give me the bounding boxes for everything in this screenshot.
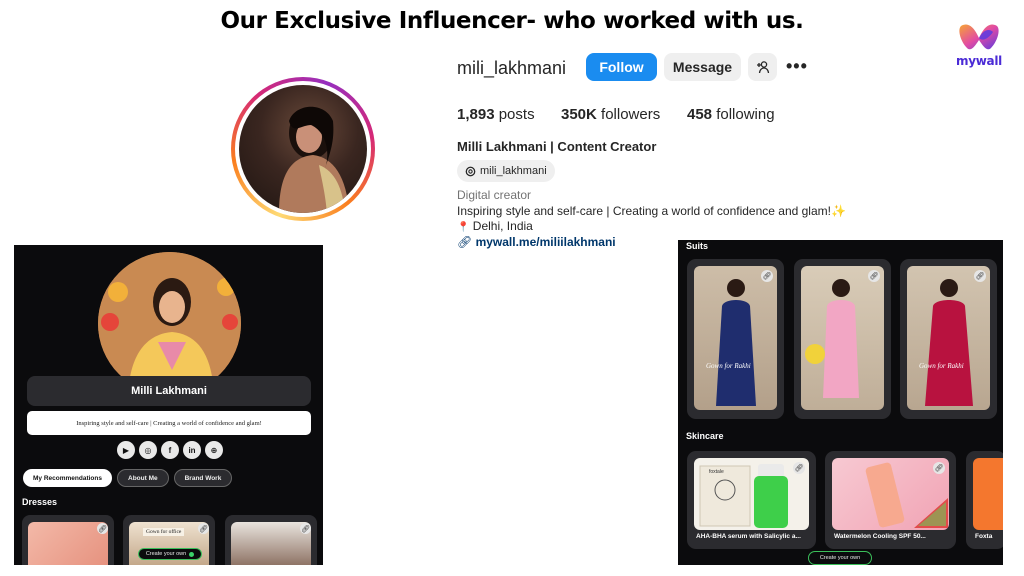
product-title: Watermelon Cooling SPF 50...: [834, 533, 926, 540]
message-button[interactable]: Message: [664, 53, 741, 81]
tab-about-me[interactable]: About Me: [117, 469, 169, 487]
tab-brand-work[interactable]: Brand Work: [173, 469, 233, 487]
create-your-own-button[interactable]: Create your own: [138, 548, 202, 560]
link-icon[interactable]: 🔗︎: [300, 523, 311, 534]
posts-count: 1,893: [457, 106, 495, 123]
section-title-suits: Suits: [686, 241, 709, 251]
suit-card[interactable]: Gown for Rakhi 🔗︎: [900, 259, 997, 419]
facebook-icon[interactable]: f: [161, 441, 179, 459]
youtube-icon[interactable]: ▶: [117, 441, 135, 459]
add-user-button[interactable]: [748, 53, 777, 81]
profile-full-name: Milli Lakhmani | Content Creator: [457, 139, 657, 154]
profile-bio: Inspiring style and self-care | Creating…: [457, 204, 846, 218]
dress-card-image: [28, 522, 108, 565]
threads-link[interactable]: mili_lakhmani: [457, 160, 555, 182]
sunscreen-product-illustration: [865, 462, 948, 528]
followers-label: followers: [601, 106, 661, 123]
section-title-dresses: Dresses: [22, 497, 58, 507]
product-card[interactable]: Watermelon Cooling SPF 50... 🔗︎: [825, 451, 956, 549]
tab-my-recommendations[interactable]: My Recommendations: [23, 469, 112, 487]
create-label: Create your own: [145, 551, 187, 557]
link-icon[interactable]: 🔗︎: [198, 523, 209, 534]
suit-card[interactable]: 🔗︎: [794, 259, 891, 419]
collection-page-preview: Suits Gown for Rakhi 🔗︎ 🔗︎ Gown for Rakh…: [678, 240, 1003, 565]
link-icon[interactable]: 🔗︎: [868, 270, 880, 282]
followers-count: 350K: [561, 106, 597, 123]
suit-card-image: Gown for Rakhi: [907, 266, 990, 410]
product-title: AHA-BHA serum with Salicylic a...: [696, 533, 801, 540]
profile-username: mili_lakhmani: [457, 58, 567, 78]
profile-photo: [239, 85, 367, 213]
card-overlay-text: Gown for office: [143, 528, 185, 536]
add-user-icon: [756, 61, 769, 74]
mywall-logo-icon: [959, 24, 999, 50]
dress-card[interactable]: 🔗︎: [225, 515, 317, 565]
location-pin-icon: 📍: [457, 222, 470, 233]
link-icon: 🔗︎: [457, 235, 473, 249]
mywall-tabs: My Recommendations About Me Brand Work: [23, 469, 233, 487]
product-title: Foxta: [975, 533, 993, 540]
mywall-avatar-illustration: [98, 252, 241, 395]
linkedin-icon[interactable]: in: [183, 441, 201, 459]
suit-watermark: Gown for Rakhi: [706, 362, 751, 370]
link-icon[interactable]: 🔗︎: [933, 462, 945, 474]
link-icon[interactable]: 🔗︎: [793, 462, 805, 474]
suit-card[interactable]: Gown for Rakhi 🔗︎: [687, 259, 784, 419]
profile-link-text: mywall.me/miliilakhmani: [475, 235, 616, 249]
profile-category: Digital creator: [457, 188, 532, 202]
product-image: [832, 458, 949, 530]
following-count: 458: [687, 106, 713, 123]
mywall-bio: Inspiring style and self-care | Creating…: [27, 411, 311, 435]
logo-text: mywall: [956, 54, 1002, 68]
profile-link[interactable]: 🔗︎ mywall.me/miliilakhmani: [457, 235, 616, 249]
product-brand-text: foxtale: [709, 469, 724, 475]
follow-button[interactable]: Follow: [586, 53, 657, 81]
following-label: following: [716, 106, 775, 123]
create-your-own-button[interactable]: Create your own: [808, 551, 872, 565]
dress-card-image: [231, 522, 311, 565]
product-image: foxtale: [694, 458, 809, 530]
link-icon[interactable]: 🔗︎: [761, 270, 773, 282]
suit-figure: [805, 279, 859, 398]
posts-stat: 1,893 posts: [457, 106, 535, 123]
social-links: ▶ ◎ f in ⊕: [117, 441, 223, 459]
globe-icon[interactable]: ⊕: [205, 441, 223, 459]
green-dot-icon: [189, 551, 195, 557]
mywall-page-preview: Milli Lakhmani Inspiring style and self-…: [14, 245, 323, 565]
dress-card[interactable]: 🔗︎: [22, 515, 114, 565]
link-icon[interactable]: 🔗︎: [97, 523, 108, 534]
location-text: Delhi, India: [472, 219, 533, 233]
suit-watermark: Gown for Rakhi: [919, 362, 964, 370]
threads-handle: mili_lakhmani: [480, 165, 547, 177]
profile-avatar[interactable]: [231, 77, 375, 221]
suit-card-image: [801, 266, 884, 410]
page-heading: Our Exclusive Influencer- who worked wit…: [220, 8, 804, 34]
threads-icon: [465, 166, 476, 176]
instagram-icon[interactable]: ◎: [139, 441, 157, 459]
suit-figure: [716, 279, 756, 406]
profile-location: 📍 Delhi, India: [457, 219, 533, 233]
mywall-name: Milli Lakhmani: [27, 376, 311, 406]
suit-card-image: Gown for Rakhi: [694, 266, 777, 410]
product-card[interactable]: Foxta: [966, 451, 1003, 549]
product-image: [973, 458, 1003, 530]
section-title-skincare: Skincare: [686, 431, 724, 441]
suit-figure: [925, 279, 973, 406]
posts-label: posts: [498, 106, 535, 123]
brand-logo: mywall: [948, 20, 1010, 76]
mywall-avatar: [98, 252, 241, 395]
followers-stat[interactable]: 350K followers: [561, 106, 660, 123]
profile-photo-illustration: [279, 106, 349, 213]
product-card[interactable]: foxtale AHA-BHA serum with Salicylic a..…: [687, 451, 816, 549]
more-options-icon[interactable]: •••: [786, 56, 808, 77]
link-icon[interactable]: 🔗︎: [974, 270, 986, 282]
following-stat[interactable]: 458 following: [687, 106, 775, 123]
